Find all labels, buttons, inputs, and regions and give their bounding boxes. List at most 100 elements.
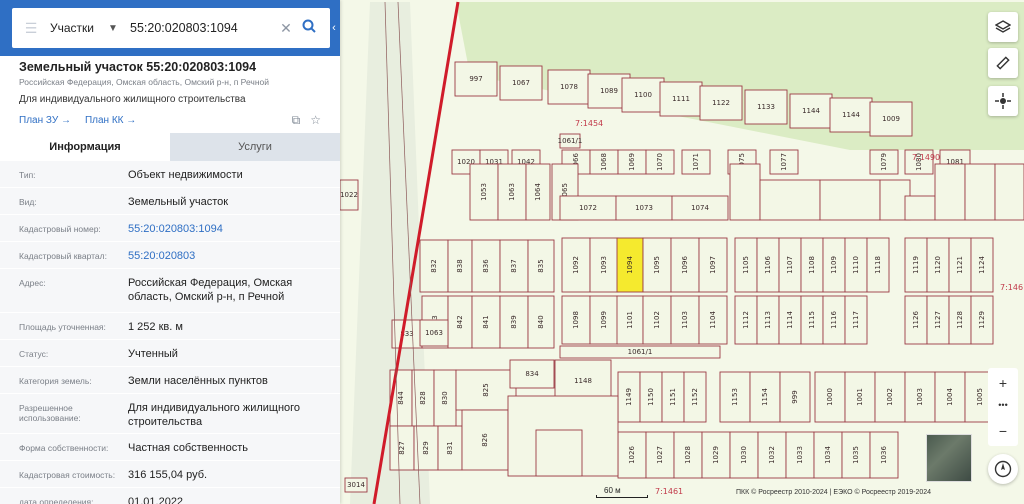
clear-icon[interactable]: ✕ [276, 20, 296, 37]
plot-number-label: 1063 [508, 183, 516, 201]
plot-number-label: 1073 [635, 204, 653, 212]
land-plot[interactable] [759, 179, 821, 221]
plot-number-label: 1124 [978, 256, 986, 274]
favorite-star-icon[interactable]: ☆ [310, 113, 321, 127]
plot-number-label: 1078 [560, 83, 578, 91]
info-row: Тип: Объект недвижимости [0, 161, 340, 188]
cadastral-quarter-link[interactable]: 55:20:020803 [128, 242, 332, 268]
plot-number-label: 1121 [956, 256, 964, 274]
info-panel: ☰ Участки ▼ ✕ ‹ Земельный участок 55:20:… [0, 0, 340, 504]
plot-number-label: 1126 [912, 311, 920, 329]
quarter-number-label: 7:1454 [575, 119, 603, 128]
plot-number-label: 1028 [684, 446, 692, 464]
ruler-button[interactable] [988, 48, 1018, 78]
plot-number-label: 837 [510, 259, 518, 272]
crosshair-icon [995, 93, 1011, 109]
plot-number-label: 836 [482, 259, 490, 273]
plot-number-label: 1099 [600, 311, 608, 329]
plot-number-label: 825 [482, 383, 490, 396]
collapse-panel-icon[interactable]: ‹ [328, 16, 340, 40]
land-plot[interactable] [934, 163, 966, 221]
info-row: Кадастровая стоимость: 316 155,04 руб. [0, 461, 340, 488]
search-type-select[interactable]: Участки [50, 21, 108, 35]
land-plot[interactable] [964, 163, 996, 221]
plot-number-label: 1093 [600, 256, 608, 274]
zoom-out-button[interactable]: − [988, 416, 1018, 446]
land-plot[interactable] [729, 163, 761, 221]
plot-number-label: 1002 [886, 388, 894, 406]
search-input[interactable] [126, 21, 276, 35]
plot-number-label: 1144 [802, 107, 820, 115]
info-row: Площадь уточненная: 1 252 кв. м [0, 313, 340, 340]
plot-number-label: 1077 [780, 153, 788, 171]
plot-number-label: 1072 [579, 204, 597, 212]
plot-number-label: 828 [419, 391, 427, 404]
panel-tabs: Информация Услуги [0, 133, 340, 161]
more-button[interactable]: ••• [988, 392, 1018, 418]
plot-number-label: 1029 [712, 446, 720, 464]
plot-number-label: 1061/1 [628, 348, 653, 356]
zoom-to-object-icon[interactable]: ⧉ [292, 113, 301, 128]
plot-number-label: 1079 [880, 153, 888, 171]
plot-number-label: 1009 [882, 115, 900, 123]
land-plot[interactable] [535, 429, 583, 477]
object-title: Земельный участок 55:20:020803:1094 [19, 60, 257, 74]
plot-number-label: 1100 [634, 91, 652, 99]
plot-number-label: 1003 [916, 388, 924, 406]
plot-number-label: 1149 [625, 388, 633, 406]
plot-number-label: 997 [469, 75, 482, 83]
layers-button[interactable] [988, 12, 1018, 42]
land-plot[interactable] [904, 195, 936, 221]
plan-links: План ЗУ → План КК → ⧉ ☆ [0, 105, 340, 128]
info-row: Форма собственности: Частная собственност… [0, 434, 340, 461]
info-row: Вид: Земельный участок [0, 188, 340, 215]
plot-number-label: 1115 [808, 311, 816, 329]
compass-button[interactable] [988, 454, 1018, 484]
plot-number-label: 1118 [874, 256, 882, 274]
plot-number-label: 1106 [764, 256, 772, 274]
object-purpose: Для индивидуального жилищного строительс… [19, 94, 246, 105]
plot-number-label: 999 [791, 390, 799, 403]
chevron-down-icon[interactable]: ▼ [108, 23, 126, 34]
plot-number-label: 1064 [534, 183, 542, 201]
plot-number-label: 1110 [852, 256, 860, 274]
plot-number-label: 838 [456, 259, 464, 272]
plot-number-label: 1117 [852, 311, 860, 329]
basemap-switcher[interactable] [926, 434, 972, 482]
tab-services[interactable]: Услуги [170, 133, 340, 161]
plot-number-label: 826 [481, 433, 489, 447]
plot-number-label: 1061/1 [558, 137, 583, 145]
scale-bar [596, 495, 648, 498]
plot-number-label: 829 [422, 441, 430, 454]
info-row: Разрешенное использование: Для индивидуал… [0, 394, 340, 434]
plot-number-label: 1122 [712, 99, 730, 107]
layers-icon [995, 20, 1011, 33]
plot-number-label: 1101 [626, 311, 634, 329]
plot-number-label: 1022 [340, 191, 358, 199]
plot-number-label: 1034 [824, 446, 832, 464]
plot-number-label: 1035 [852, 446, 860, 464]
info-row: дата определения: 01.01.2022 [0, 488, 340, 504]
plot-number-label: 839 [510, 315, 518, 328]
land-plot[interactable] [994, 163, 1024, 221]
plot-number-label: 1148 [574, 377, 592, 385]
plot-number-label: 1154 [761, 388, 769, 406]
tab-info[interactable]: Информация [0, 133, 170, 161]
locate-button[interactable] [988, 86, 1018, 116]
plot-number-label: 1027 [656, 446, 664, 464]
plan-zu-link[interactable]: План ЗУ → [19, 115, 71, 126]
quarter-number-label: 7:1490 [912, 153, 940, 162]
plot-number-label: 1102 [653, 311, 661, 329]
plot-number-label: 1153 [731, 388, 739, 406]
plan-kk-link[interactable]: План КК → [85, 115, 136, 126]
cadastral-number-link[interactable]: 55:20:020803:1094 [128, 215, 332, 241]
plot-number-label: 1074 [691, 204, 709, 212]
object-address: Российская Федерация, Омская область, Ом… [19, 77, 270, 87]
info-row: Адрес: Российская Федерация, Омская облас… [0, 269, 340, 313]
menu-icon[interactable]: ☰ [12, 20, 50, 37]
plot-number-label: 1112 [742, 311, 750, 329]
land-plot[interactable] [819, 179, 881, 221]
plot-number-label: 1067 [512, 79, 530, 87]
plot-number-label: 1151 [669, 388, 677, 406]
search-icon[interactable] [296, 19, 322, 38]
